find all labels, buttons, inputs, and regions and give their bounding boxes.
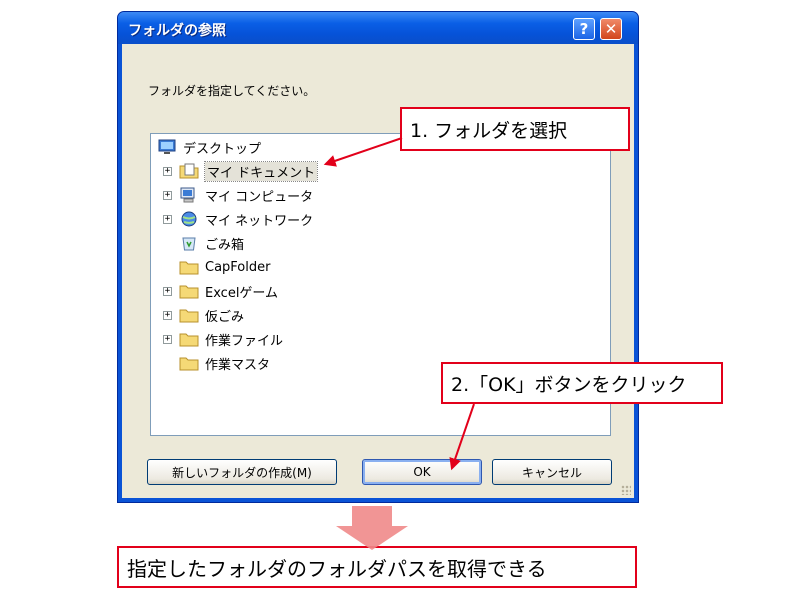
title-bar[interactable]: フォルダの参照 ? ✕	[118, 12, 638, 44]
folder-icon	[179, 331, 199, 347]
callout-step1: 1. フォルダを選択	[400, 107, 630, 151]
folder-icon	[179, 259, 199, 275]
resize-grip-icon[interactable]	[621, 485, 631, 495]
expand-icon[interactable]: +	[163, 166, 172, 176]
tree-item-label: 作業マスタ	[205, 357, 271, 373]
tree-item-my-computer[interactable]: + マイ コンピュータ	[163, 185, 313, 205]
my-computer-icon	[179, 187, 199, 203]
tree-item-desktop[interactable]: デスクトップ	[157, 137, 261, 157]
expand-icon[interactable]: +	[163, 334, 172, 344]
tree-item-excel-game[interactable]: + Excelゲーム	[163, 281, 278, 301]
folder-icon	[179, 283, 199, 299]
instruction-text: フォルダを指定してください。	[148, 84, 316, 98]
dialog-title: フォルダの参照	[128, 23, 226, 39]
folder-icon	[179, 307, 199, 323]
my-documents-icon	[179, 163, 199, 179]
tree-item-work-files[interactable]: + 作業ファイル	[163, 329, 283, 349]
tree-item-my-network[interactable]: + マイ ネットワーク	[163, 209, 313, 229]
tree-item-work-master[interactable]: 作業マスタ	[179, 353, 270, 373]
my-network-icon	[179, 211, 199, 227]
tree-item-label: 作業ファイル	[205, 333, 284, 349]
down-arrow-icon	[336, 506, 408, 550]
tree-item-label: デスクトップ	[183, 141, 262, 157]
tree-item-label: マイ コンピュータ	[205, 189, 314, 205]
tree-item-label: 仮ごみ	[205, 309, 245, 325]
tree-item-recycle-bin[interactable]: ごみ箱	[179, 233, 244, 253]
folder-icon	[179, 355, 199, 371]
expand-icon[interactable]: +	[163, 190, 172, 200]
tree-item-label: マイ ドキュメント	[203, 160, 319, 182]
cancel-button[interactable]: キャンセル	[492, 459, 612, 485]
help-button[interactable]: ?	[573, 18, 595, 40]
callout-result: 指定したフォルダのフォルダパスを取得できる	[117, 546, 637, 588]
close-button[interactable]: ✕	[600, 18, 622, 40]
tree-item-label: マイ ネットワーク	[205, 213, 314, 229]
recycle-bin-icon	[179, 235, 199, 251]
folder-browse-dialog: フォルダの参照 ? ✕ フォルダを指定してください。 デスクトップ + マイ ド…	[117, 11, 639, 503]
tree-item-my-documents[interactable]: + マイ ドキュメント	[163, 160, 319, 182]
tree-item-label: CapFolder	[205, 259, 271, 275]
tree-item-capfolder[interactable]: CapFolder	[179, 257, 270, 277]
expand-icon[interactable]: +	[163, 310, 172, 320]
ok-button[interactable]: OK	[362, 459, 482, 485]
callout-step2: 2.「OK」ボタンをクリック	[441, 362, 723, 404]
expand-icon[interactable]: +	[163, 286, 172, 296]
tree-item-temp-trash[interactable]: + 仮ごみ	[163, 305, 244, 325]
expand-icon[interactable]: +	[163, 214, 172, 224]
desktop-icon	[157, 139, 177, 155]
tree-item-label: Excelゲーム	[205, 285, 279, 301]
new-folder-button[interactable]: 新しいフォルダの作成(M)	[147, 459, 337, 485]
tree-item-label: ごみ箱	[205, 237, 245, 253]
